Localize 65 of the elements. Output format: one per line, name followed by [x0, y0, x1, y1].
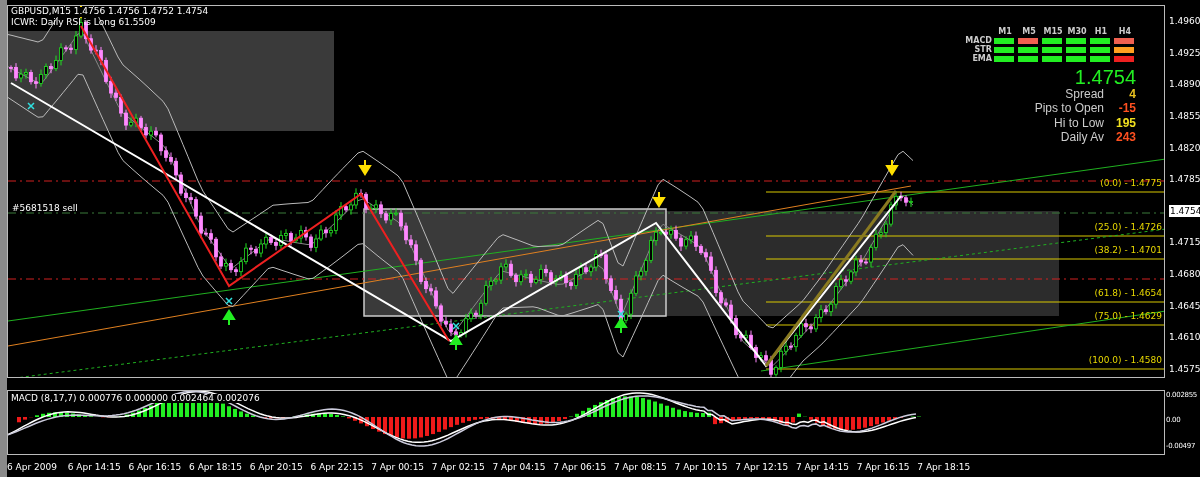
time-axis-label: 7 Apr 06:15: [553, 460, 608, 474]
time-axis-label: 7 Apr 12:15: [735, 460, 790, 474]
timeframe-label: H4: [1117, 28, 1133, 36]
time-axis-label: 7 Apr 04:15: [492, 460, 547, 474]
time-axis-label: 6 Apr 14:15: [67, 460, 122, 474]
timeframe-label: M15: [1042, 28, 1064, 36]
stat-label: Daily Av: [1059, 130, 1104, 145]
fib-level-label: (75.0) - 1.4629: [1094, 312, 1162, 322]
stat-label: Spread: [1064, 87, 1104, 102]
time-axis-label: 6 Apr 2009: [7, 460, 58, 474]
down-arrow-icon: [653, 191, 666, 207]
symbol-quote-text: GBPUSD,M15 1.4756 1.4756 1.4752 1.4754: [11, 7, 209, 17]
time-axis-label: 7 Apr 14:15: [795, 460, 850, 474]
timeframe-label: M30: [1066, 28, 1088, 36]
up-arrow-icon: [615, 318, 628, 334]
down-arrow-icon: [359, 159, 372, 175]
cross-mark-icon: [452, 322, 460, 330]
time-axis-label: 6 Apr 18:15: [189, 460, 244, 474]
price-axis-label: 1.4575: [1169, 363, 1200, 374]
price-axis-label: 1.4785: [1169, 174, 1200, 185]
timeframe-label: M1: [997, 28, 1013, 36]
up-arrow-icon: [223, 310, 236, 326]
price-axis-label: 1.4960: [1169, 16, 1200, 26]
time-axis-label: 6 Apr 22:15: [310, 460, 365, 474]
fib-level-label: (0.0) - 1.4775: [1100, 179, 1162, 189]
stat-value: 4: [1128, 87, 1136, 102]
stat-value: 243: [1114, 130, 1136, 145]
cross-mark-icon: [617, 310, 625, 318]
time-axis-label: 7 Apr 10:15: [674, 460, 729, 474]
time-axis-label: 6 Apr 16:15: [128, 460, 183, 474]
stat-label: Hi to Low: [1052, 115, 1104, 131]
time-axis-label: 7 Apr 08:15: [613, 460, 668, 474]
fib-level-label: (100.0) - 1.4580: [1088, 356, 1162, 366]
time-axis-label: 7 Apr 02:15: [431, 460, 486, 474]
price-axis-label: 1.4680: [1169, 269, 1200, 279]
indicator-label: STR: [973, 46, 992, 54]
cross-mark-icon: [27, 102, 35, 110]
indicator-label: MACD: [964, 37, 992, 45]
time-axis-label: 6 Apr 20:15: [249, 460, 304, 474]
price-axis-label: 1.4820: [1169, 142, 1200, 153]
up-arrow-icon: [450, 335, 463, 351]
time-axis-label: 7 Apr 00:15: [371, 460, 426, 474]
stat-value: -15: [1117, 101, 1136, 116]
price-axis-label: 1.4855: [1169, 110, 1200, 121]
time-axis-label: 7 Apr 16:15: [856, 460, 911, 474]
macd-indicator-label: MACD (8,17,7) 0.000776 0.000000 0.002464 0.002076: [11, 393, 260, 404]
price-axis-label: 1.4610: [1169, 332, 1200, 343]
fib-level-label: (61.8) - 1.4654: [1094, 289, 1162, 299]
down-arrow-icon: [886, 159, 899, 175]
timeframe-label: H1: [1093, 28, 1109, 36]
current-price: 1.4754: [1073, 67, 1136, 87]
time-axis-label: 7 Apr 18:15: [917, 460, 972, 474]
fib-level-label: (25.0) - 1.4726: [1094, 223, 1162, 233]
indicator-label: EMA: [971, 55, 992, 63]
fib-level-label: (38.2) - 1.4701: [1094, 246, 1162, 256]
price-axis-label: 1.4645: [1169, 300, 1200, 311]
order-label: #5681518 sell: [12, 204, 78, 214]
price-axis-label: 1.4890: [1169, 79, 1200, 90]
stat-value: 195: [1114, 115, 1136, 131]
timeframe-label: M5: [1021, 28, 1037, 36]
indicator-status-text: ICWR: Daily RSI is Long 61.5509: [11, 18, 156, 28]
cross-mark-icon: [225, 297, 233, 305]
stat-label: Pips to Open: [1033, 101, 1104, 116]
price-axis-label: 1.4715: [1169, 237, 1200, 248]
price-axis-label: 1.4925: [1169, 47, 1200, 58]
